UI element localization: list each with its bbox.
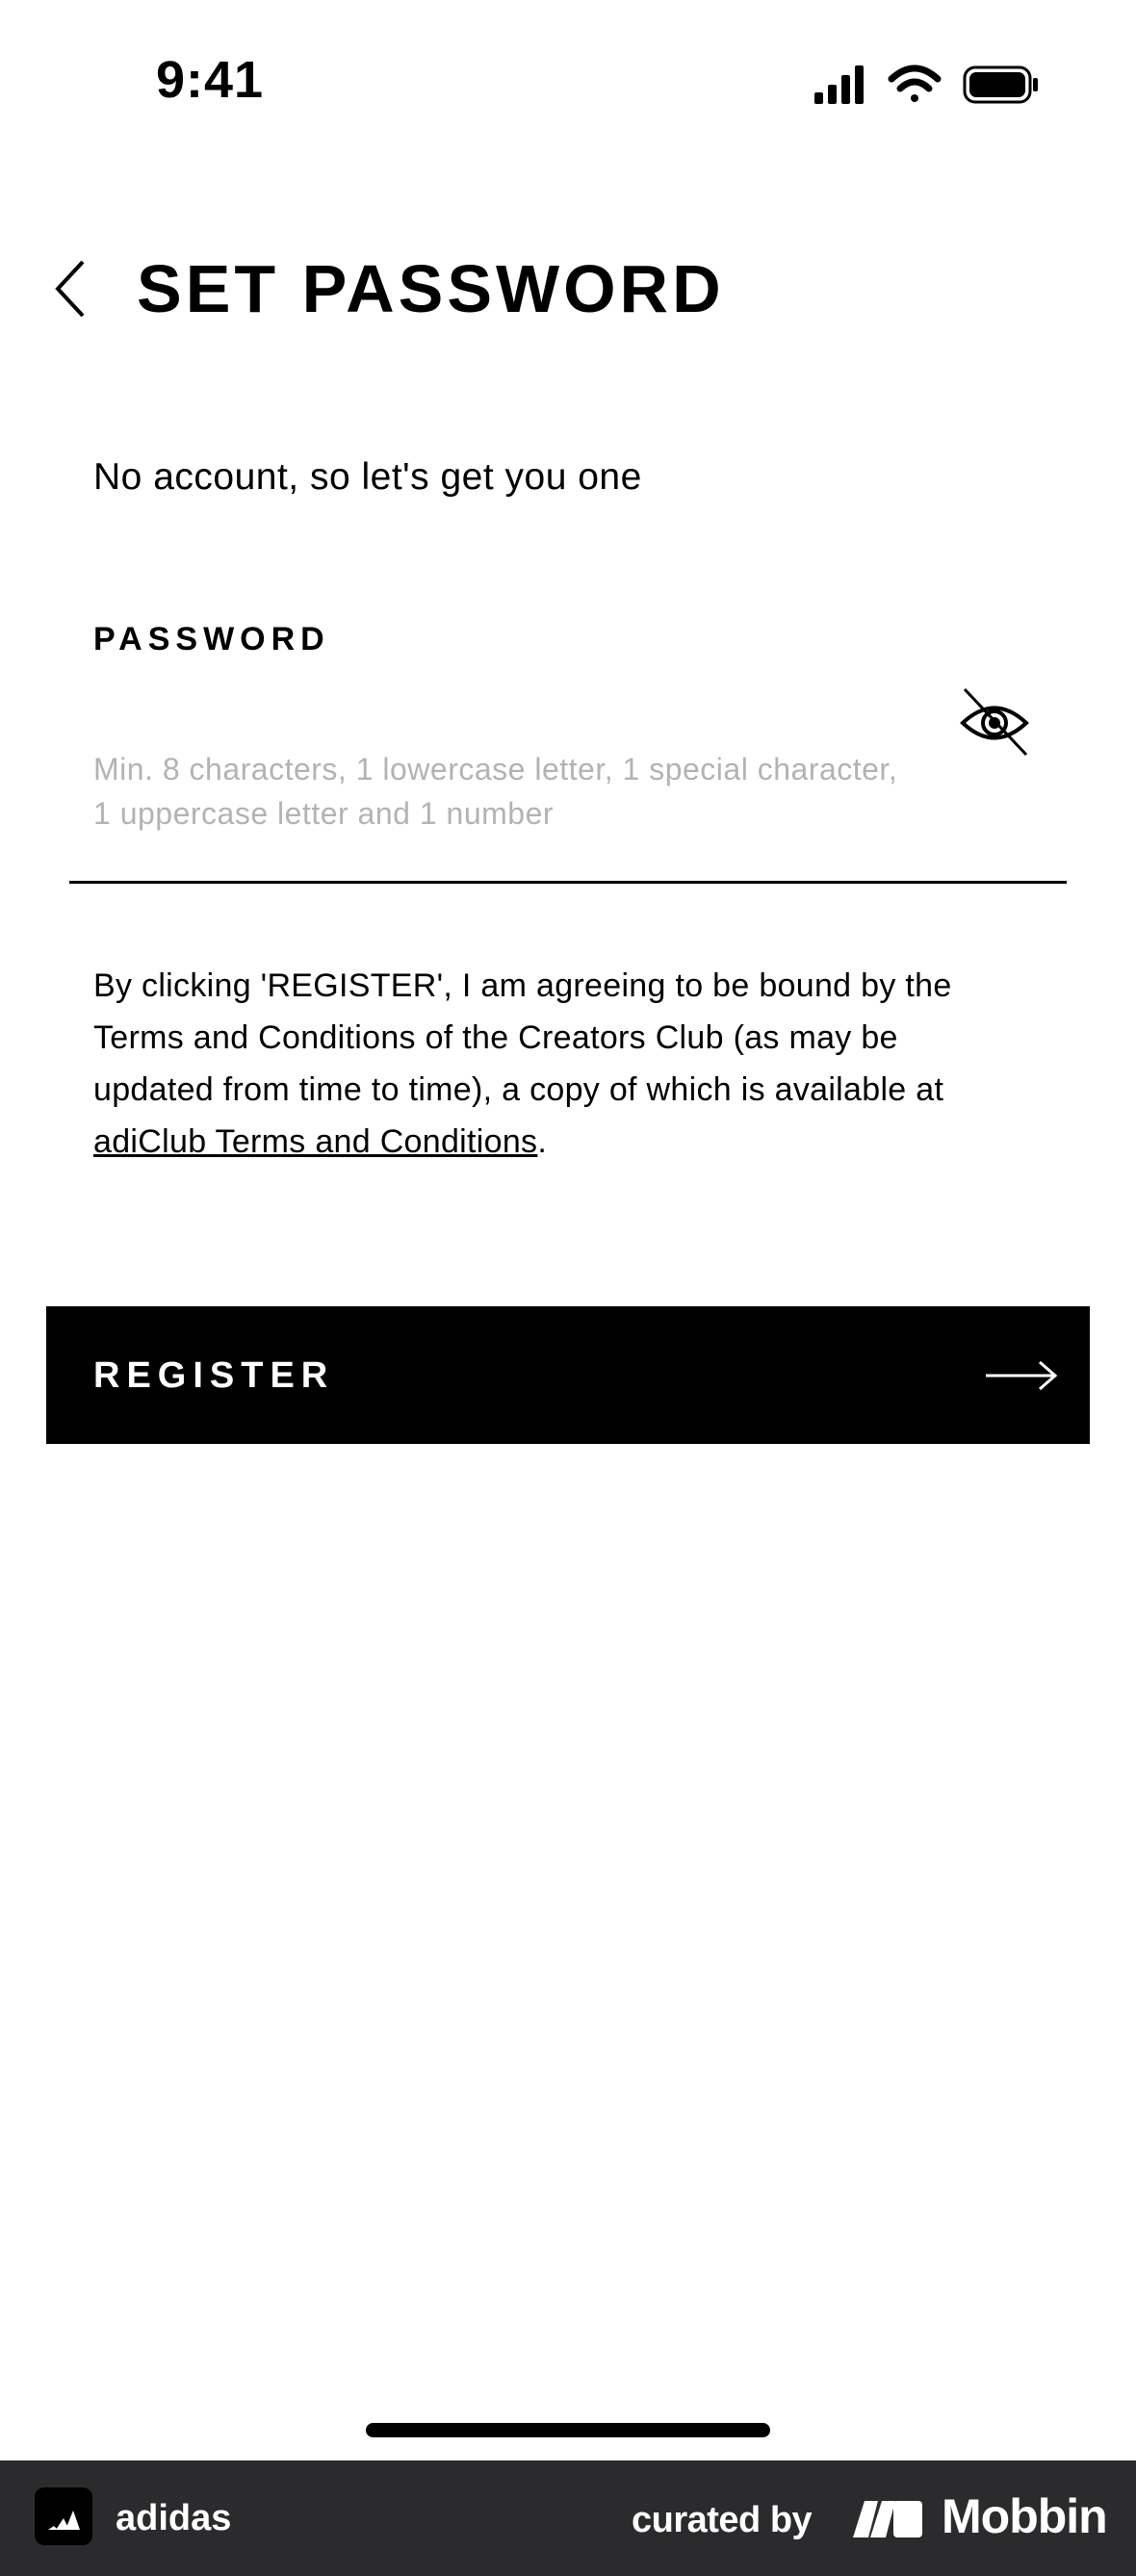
password-input-underline: [69, 881, 1067, 884]
battery-icon: [963, 65, 1038, 104]
chevron-left-icon: [55, 260, 85, 318]
eye-off-icon: [960, 687, 1029, 757]
home-indicator: [366, 2423, 770, 2437]
password-visibility-toggle[interactable]: [957, 685, 1032, 760]
status-time: 9:41: [156, 51, 265, 109]
footer-curated-by: curated by: [632, 2500, 813, 2540]
page-title: SET PASSWORD: [137, 251, 725, 326]
adidas-logo-icon: [35, 2487, 92, 2545]
password-input[interactable]: [93, 747, 921, 853]
terms-text: By clicking 'REGISTER', I am agreeing to…: [93, 960, 1018, 1168]
footer-bar: adidas curated by Mobbin: [0, 2460, 1136, 2576]
terms-body: By clicking 'REGISTER', I am agreeing to…: [93, 967, 952, 1108]
terms-suffix: .: [537, 1123, 548, 1160]
register-label: REGISTER: [93, 1355, 335, 1396]
wifi-icon: [888, 64, 942, 102]
terms-link[interactable]: adiClub Terms and Conditions: [93, 1123, 537, 1160]
subtitle: No account, so let's get you one: [93, 456, 642, 498]
password-label: PASSWORD: [93, 621, 330, 657]
back-button[interactable]: [46, 250, 100, 327]
footer-app-name: adidas: [116, 2498, 232, 2538]
register-button[interactable]: REGISTER: [46, 1306, 1090, 1444]
footer-brand-name: Mobbin: [942, 2489, 1108, 2543]
signal-icon: [814, 65, 864, 104]
mobbin-logo-icon: [853, 2501, 922, 2537]
status-icons: [814, 64, 1038, 104]
arrow-right-icon: [986, 1360, 1058, 1391]
